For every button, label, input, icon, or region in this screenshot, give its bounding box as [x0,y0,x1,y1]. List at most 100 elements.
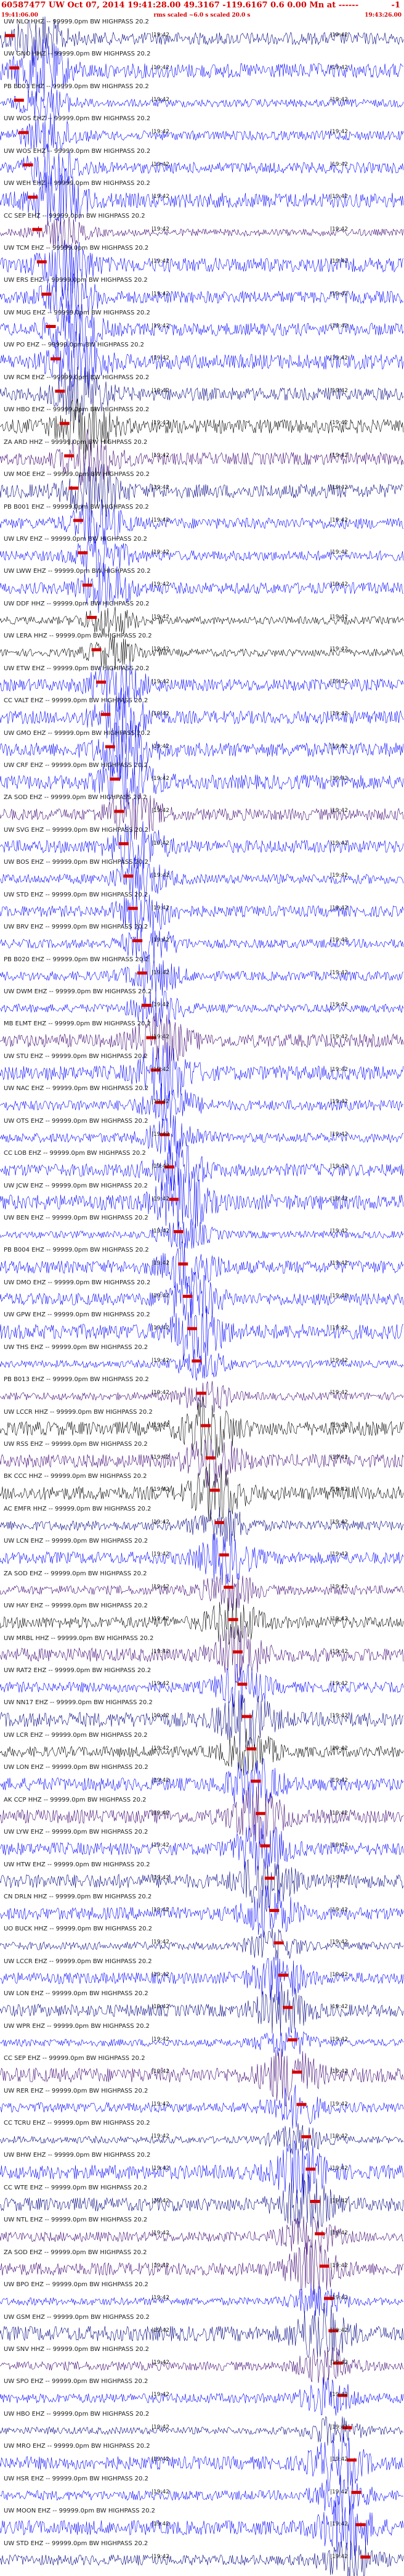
time-tick-label: |19:42 [330,2456,348,2463]
trace-label: UW HSR EHZ -- 99999.0pm BW HIGHPASS 20.2 [4,2475,148,2482]
trace-label: UW HTW EHZ -- 99999.0pm BW HIGHPASS 20.2 [4,1861,150,1868]
trace-label: UW ERS EHZ -- 99999.0pm BW HIGHPASS 20.2 [4,277,148,284]
trace-label: UW THS EHZ -- 99999.0pm BW HIGHPASS 20.2 [4,1343,148,1351]
trace-label: UW MRO EHZ -- 99999.0pm BW HIGHPASS 20.2 [4,2443,150,2450]
time-tick-label: |19:42 [330,194,348,200]
time-tick-label: |19:42 [330,1163,348,1170]
time-tick-label: |19:42 [330,1325,348,1332]
trace-label: PB B003 EHZ -- 99999.0pm BW HIGHPASS 20.… [4,83,149,90]
time-tick-label: |19:42 [152,2004,169,2011]
time-tick-label: |19:42 [330,32,348,38]
time-tick-label: |19:42 [330,2262,348,2269]
time-tick-label: |19:42 [330,1648,348,1655]
time-tick-label: |19:42 [330,2295,348,2302]
time-tick-label: |19:42 [330,1034,348,1041]
time-tick-label: |19:42 [330,1131,348,1138]
time-tick-label: |19:42 [330,2424,348,2430]
time-tick-label: |19:42 [330,1260,348,1267]
trace-label: UW GPW EHZ -- 99999.0pm BW HIGHPASS 20.2 [4,1311,150,1319]
time-tick-label: |19:42 [152,581,169,588]
time-tick-label: |19:42 [152,226,169,232]
trace-label: UW DMO EHZ -- 99999.0pm BW HIGHPASS 20.2 [4,1279,151,1286]
trace-label: UW LERA HHZ -- 99999.0pm BW HIGHPASS 20.… [4,633,152,640]
time-tick-label: |19:42 [330,1583,348,1590]
time-tick-label: |19:42 [152,96,169,103]
time-tick-label: |19:42 [152,32,169,38]
time-tick-label: |19:42 [330,387,348,394]
trace-label: UW BHW EHZ -- 99999.0pm BW HIGHPASS 20.2 [4,2152,151,2159]
time-tick-label: |19:42 [330,549,348,556]
trace-label: UW LWW EHZ -- 99999.0pm BW HIGHPASS 20.2 [4,568,151,575]
time-tick-label: |19:42 [330,1551,348,1558]
time-tick-label: |19:42 [152,549,169,556]
trace-label: UW NAC EHZ -- 99999.0pm BW HIGHPASS 20.2 [4,1085,149,1093]
trace-label: MB ELMT EHZ -- 99999.0pm BW HIGHPASS 20.… [4,1020,152,1028]
time-tick-label: |19:42 [152,1260,169,1267]
time-tick-label: |19:42 [330,711,348,718]
time-tick-label: |19:42 [330,1519,348,1525]
time-tick-label: |19:42 [330,840,348,847]
time-tick-label: |19:42 [152,1842,169,1849]
trace-label: PB B020 EHZ -- 99999.0pm BW HIGHPASS 20.… [4,956,149,963]
time-tick-label: |19:42 [152,2230,169,2237]
trace-label: UW STD EHZ -- 99999.0pm BW HIGHPASS 20.2 [4,2540,148,2547]
time-tick-label: |19:42 [152,937,169,944]
time-tick-label: |19:42 [330,1971,348,1978]
time-tick-label: |19:42 [330,2392,348,2398]
trace-label: CC VALT EHZ -- 99999.0pm BW HIGHPASS 20.… [4,697,148,704]
trace-label: UW HBO EHZ -- 99999.0pm BW HIGHPASS 20.2 [4,406,150,414]
time-tick-label: |19:42 [330,1842,348,1849]
time-tick-label: |19:42 [330,1390,348,1397]
time-tick-label: |19:42 [152,2165,169,2172]
trace-label: UW LON EHZ -- 99999.0pm BW HIGHPASS 20.2 [4,1764,148,1771]
trace-label: UW BPO EHZ -- 99999.0pm BW HIGHPASS 20.2 [4,2281,148,2289]
trace-label: UW MUG EHZ -- 99999.0pm BW HIGHPASS 20.2 [4,309,150,316]
time-tick-label: |19:42 [152,1357,169,1364]
time-tick-label: |19:42 [152,355,169,362]
time-tick-label: |19:42 [152,387,169,394]
time-tick-label: |19:42 [152,1583,169,1590]
trace-label: CC SEP EHZ -- 99999.0pm BW HIGHPASS 20.2 [4,212,145,219]
trace-label: UW NLO HHZ -- 99999.0pm BW HIGHPASS 20.2 [4,18,149,25]
time-tick-label: |19:42 [152,2295,169,2302]
time-tick-label: |19:42 [330,937,348,944]
time-tick-label: |19:42 [330,969,348,976]
time-tick-label: |19:42 [152,646,169,653]
time-tick-label: |19:42 [330,1001,348,1008]
trace-label: UW TCM EHZ -- 99999.0pm BW HIGHPASS 20.2 [4,245,149,252]
time-tick-label: |19:42 [152,1519,169,1525]
trace-labels: UW NLO HHZ -- 99999.0pm BW HIGHPASS 20.2… [0,0,404,2576]
time-tick-label: |19:42 [330,1292,348,1299]
time-tick-label: |19:42 [152,840,169,847]
trace-label: UW WOS EHZ -- 99999.0pm BW HIGHPASS 20.2 [4,115,151,123]
trace-label: UW DWM EHZ -- 99999.0pm BW HIGHPASS 20.2 [4,988,152,995]
time-tick-label: |19:42 [330,420,348,427]
time-tick-label: |19:42 [330,2197,348,2204]
time-tick-label: |19:42 [330,775,348,782]
time-tick-label: |19:42 [152,1778,169,1784]
time-tick-label: |19:42 [330,1616,348,1623]
time-tick-label: |19:42 [330,322,348,329]
time-tick-label: |19:42 [330,64,348,71]
time-tick-label: |19:42 [330,1099,348,1105]
trace-label: ZA ARD HHZ -- 99999.0pm BW HIGHPASS 20.2 [4,438,148,446]
trace-label: UW RER EHZ -- 99999.0pm BW HIGHPASS 20.2 [4,2087,148,2094]
trace-label: PB B013 EHZ -- 99999.0pm BW HIGHPASS 20.… [4,1376,149,1384]
trace-label: UW BOS EHZ -- 99999.0pm BW HIGHPASS 20.2 [4,859,149,866]
trace-label: UW WEH EHZ -- 99999.0pm BW HIGHPASS 20.2 [4,180,150,187]
trace-label: CC SEP EHZ -- 99999.0pm BW HIGHPASS 20.2 [4,2055,145,2062]
trace-label: UW RSS EHZ -- 99999.0pm BW HIGHPASS 20.2 [4,1440,148,1448]
trace-label: UW LRV EHZ -- 99999.0pm BW HIGHPASS 20.2 [4,535,147,543]
time-tick-label: |19:42 [152,2197,169,2204]
time-tick-label: |19:42 [152,1648,169,1655]
time-tick-label: |19:42 [152,1681,169,1687]
trace-label: CC TCRU EHZ -- 99999.0pm BW HIGHPASS 20.… [4,2120,150,2127]
time-tick-label: |19:42 [152,1874,169,1881]
time-tick-label: |19:42 [152,1616,169,1623]
time-tick-label: |19:42 [152,485,169,491]
time-tick-label: |19:42 [152,1939,169,1946]
trace-label: UW HAY EHZ -- 99999.0pm BW HIGHPASS 20.2 [4,1602,148,1610]
time-tick-label: |19:42 [152,290,169,297]
trace-label: UW DDF HHZ -- 99999.0pm BW HIGHPASS 20.2 [4,600,150,607]
time-tick-label: |19:42 [330,258,348,265]
